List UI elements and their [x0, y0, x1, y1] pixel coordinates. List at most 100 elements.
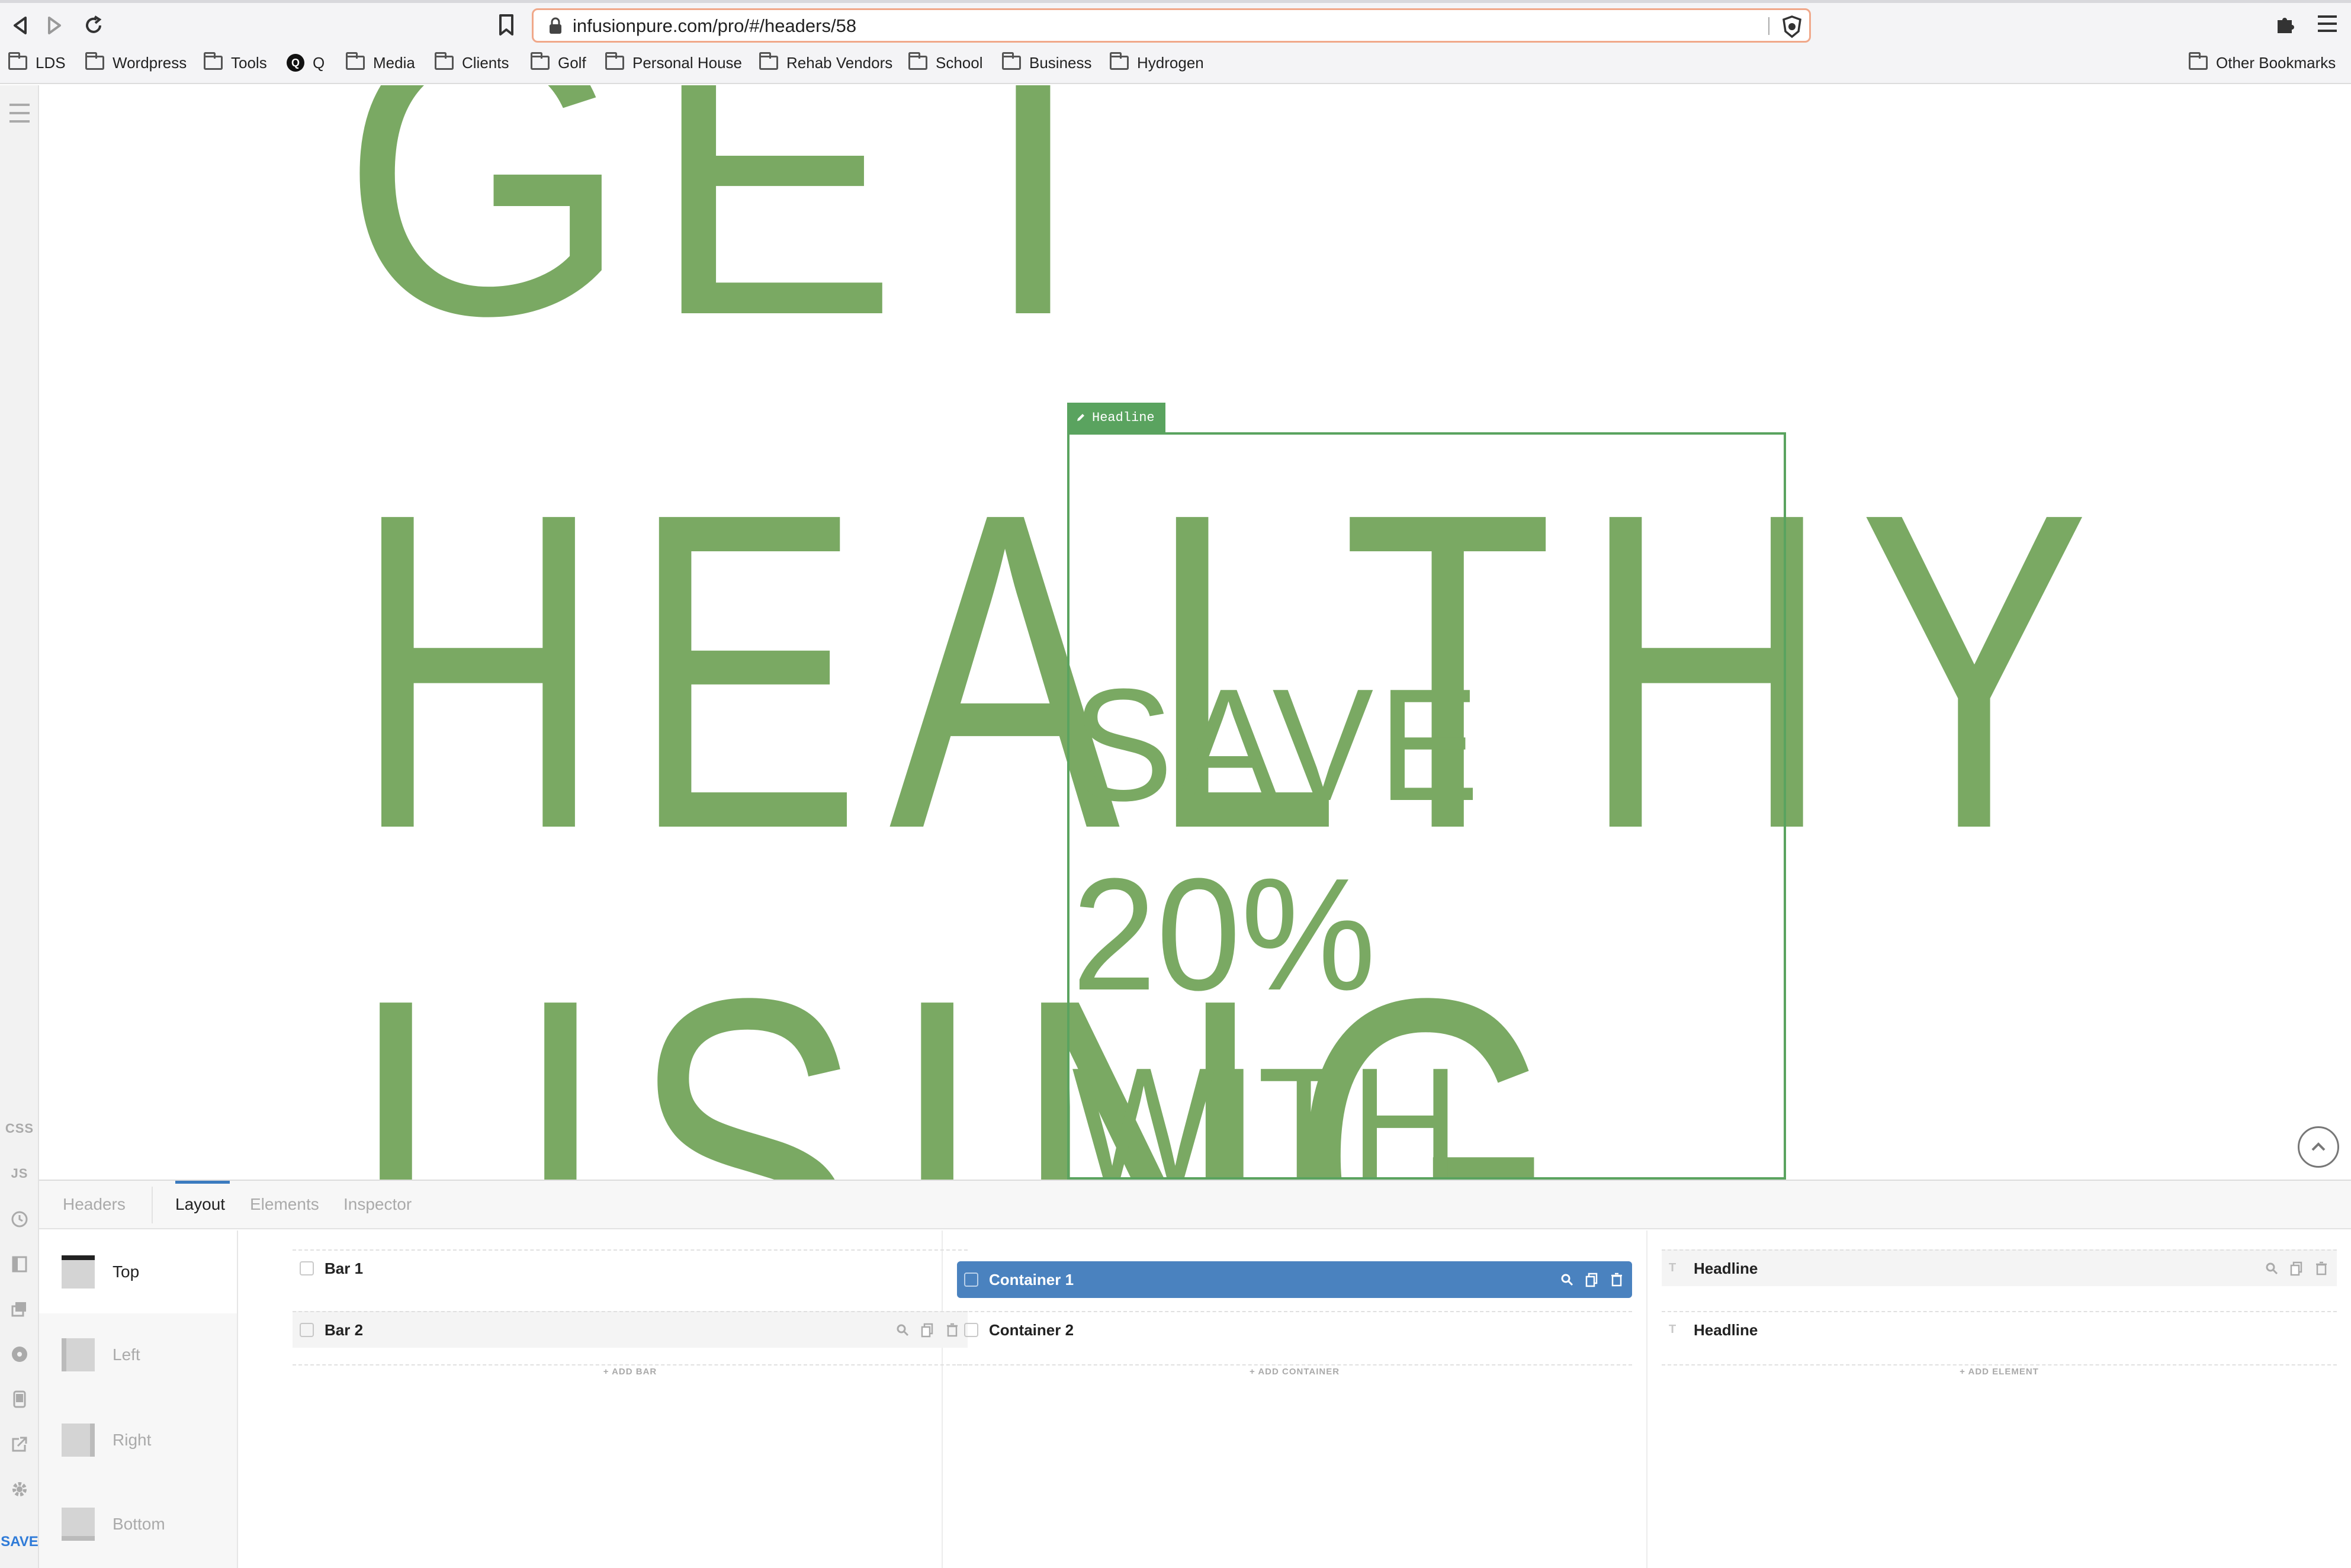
- chevron-up-icon: [2311, 1142, 2326, 1151]
- bar-icon: [300, 1261, 314, 1275]
- bookmark-tools[interactable]: Tools: [204, 52, 267, 73]
- bookmark-other[interactable]: Other Bookmarks: [2189, 52, 2336, 73]
- bookmark-wordpress[interactable]: Wordpress: [85, 52, 187, 73]
- add-container-button[interactable]: + ADD CONTAINER: [957, 1364, 1632, 1381]
- folder-icon: [605, 52, 624, 70]
- folder-icon: [908, 52, 927, 70]
- lock-icon: [550, 17, 561, 34]
- row-actions: [2265, 1261, 2328, 1276]
- bookmark-personal-house[interactable]: Personal House: [605, 52, 742, 73]
- menu-icon[interactable]: [0, 98, 39, 128]
- folder-icon: [435, 52, 454, 70]
- tab-inspector[interactable]: Inspector: [343, 1195, 412, 1214]
- bar-icon: [300, 1323, 314, 1337]
- element-row[interactable]: T Headline: [1662, 1311, 2337, 1348]
- region-list: Top Left Right Bottom: [39, 1230, 238, 1568]
- scroll-to-top-button[interactable]: [2298, 1126, 2339, 1168]
- region-left[interactable]: Left: [39, 1313, 237, 1396]
- region-right[interactable]: Right: [39, 1399, 237, 1482]
- record-button[interactable]: [0, 1339, 39, 1369]
- region-top[interactable]: Top: [39, 1230, 237, 1313]
- container-row-selected[interactable]: Container 1: [957, 1261, 1632, 1298]
- settings-button[interactable]: [0, 1474, 39, 1504]
- layout-icon: [12, 1256, 27, 1273]
- inspect-button[interactable]: [895, 1322, 910, 1338]
- browser-menu-icon[interactable]: [2315, 11, 2339, 37]
- builder-panel: Headers Layout Elements Inspector Top Le…: [39, 1180, 2351, 1568]
- folder-icon: [531, 52, 550, 70]
- container-icon: [964, 1273, 978, 1287]
- js-button[interactable]: JS: [0, 1162, 39, 1185]
- record-icon: [12, 1347, 27, 1362]
- back-button[interactable]: [2, 9, 38, 41]
- device-icon: [13, 1390, 26, 1408]
- folder-icon: [204, 52, 223, 70]
- layers-button[interactable]: [0, 1294, 39, 1324]
- region-bottom-icon: [62, 1508, 95, 1541]
- row-actions: [1560, 1272, 1624, 1287]
- preview-canvas: GET HEALTHY USING SAVE 20% WITH Headline: [39, 85, 2351, 1180]
- bookmark-page-button[interactable]: [496, 12, 516, 38]
- region-top-icon: [62, 1255, 95, 1289]
- element-row[interactable]: T Headline: [1662, 1249, 2337, 1286]
- tab-elements[interactable]: Elements: [250, 1195, 319, 1214]
- container-row[interactable]: Container 2: [957, 1311, 1632, 1348]
- search-icon: [1561, 1274, 1573, 1286]
- bookmark-business[interactable]: Business: [1002, 52, 1092, 73]
- inspect-button[interactable]: [1560, 1272, 1574, 1287]
- q-site-icon: Q: [287, 54, 304, 72]
- bookmark-school[interactable]: School: [908, 52, 983, 73]
- add-bar-button[interactable]: + ADD BAR: [293, 1364, 968, 1381]
- add-element-button[interactable]: + ADD ELEMENT: [1662, 1364, 2337, 1381]
- copy-icon: [2290, 1261, 2302, 1276]
- bookmark-lds[interactable]: LDS: [8, 52, 66, 73]
- copy-icon: [921, 1323, 933, 1338]
- bookmark-media[interactable]: Media: [346, 52, 415, 73]
- forward-icon: [48, 17, 61, 34]
- bookmark-icon: [499, 14, 513, 36]
- bookmark-clients[interactable]: Clients: [435, 52, 509, 73]
- trash-icon: [1611, 1273, 1622, 1287]
- folder-icon: [1002, 52, 1021, 70]
- text-element-icon: T: [1669, 1261, 1676, 1274]
- brave-shield-icon[interactable]: [1781, 15, 1803, 38]
- bookmark-q[interactable]: QQ: [287, 52, 325, 73]
- duplicate-button[interactable]: [920, 1322, 934, 1338]
- delete-button[interactable]: [2314, 1261, 2328, 1276]
- layout-button[interactable]: [0, 1249, 39, 1279]
- duplicate-button[interactable]: [2289, 1261, 2304, 1276]
- device-preview-button[interactable]: [0, 1384, 39, 1414]
- address-bar[interactable]: infusionpure.com/pro/#/headers/58: [532, 8, 1811, 43]
- folder-icon: [85, 52, 104, 70]
- headline-line-get[interactable]: GET: [341, 85, 1168, 375]
- bookmark-hydrogen[interactable]: Hydrogen: [1110, 52, 1204, 73]
- bookmark-rehab-vendors[interactable]: Rehab Vendors: [759, 52, 892, 73]
- css-button[interactable]: CSS: [0, 1117, 39, 1140]
- copy-icon: [1585, 1273, 1598, 1287]
- selected-element-outline[interactable]: [1067, 432, 1786, 1180]
- delete-button[interactable]: [1610, 1272, 1624, 1287]
- text-element-icon: T: [1669, 1323, 1676, 1336]
- duplicate-button[interactable]: [1585, 1272, 1599, 1287]
- tab-strip-edge: [0, 0, 2351, 3]
- containers-column: Container 1 Container 2 + ADD CONTAINER: [943, 1230, 1647, 1568]
- open-external-button[interactable]: [0, 1429, 39, 1459]
- external-link-icon: [12, 1437, 27, 1452]
- bookmarks-bar: LDS Wordpress Tools QQ Media Clients Gol…: [0, 50, 2351, 76]
- inspect-button[interactable]: [2265, 1261, 2279, 1276]
- bars-column: Bar 1 Bar 2 + ADD BAR: [238, 1230, 968, 1568]
- tab-headers[interactable]: Headers: [63, 1195, 126, 1214]
- extensions-icon[interactable]: [2274, 13, 2298, 37]
- bar-row[interactable]: Bar 1: [293, 1249, 968, 1286]
- history-button[interactable]: [0, 1204, 39, 1234]
- tab-layout[interactable]: Layout: [175, 1195, 225, 1214]
- region-bottom[interactable]: Bottom: [39, 1483, 237, 1566]
- reload-button[interactable]: [76, 9, 111, 41]
- bookmark-golf[interactable]: Golf: [531, 52, 586, 73]
- save-button[interactable]: SAVE: [0, 1530, 39, 1554]
- pencil-icon: [1077, 414, 1084, 421]
- bar-row[interactable]: Bar 2: [293, 1311, 968, 1348]
- forward-button[interactable]: [37, 9, 72, 41]
- folder-icon: [8, 52, 27, 70]
- selected-element-tag[interactable]: Headline: [1067, 403, 1165, 432]
